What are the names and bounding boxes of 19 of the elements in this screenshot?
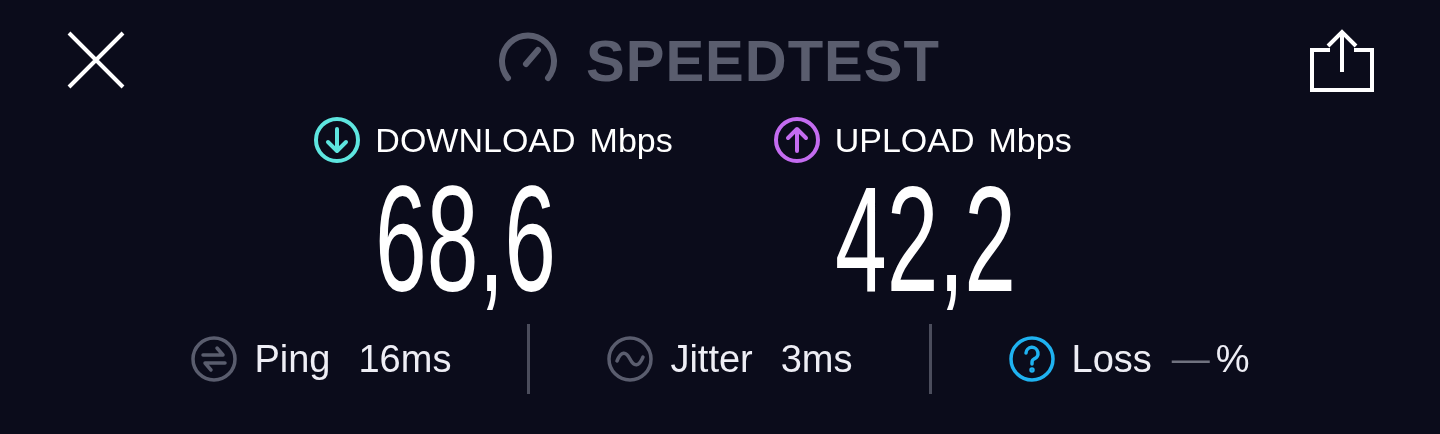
close-icon[interactable]: [66, 30, 126, 90]
unit-label: %: [1215, 337, 1250, 381]
speed-value: 42,2: [834, 164, 1016, 314]
metric-label: Loss: [1071, 337, 1152, 381]
app-title: SPEEDTEST: [586, 26, 940, 94]
unit-label: Mbps: [589, 120, 673, 160]
help-icon[interactable]: [1007, 335, 1056, 383]
wave-icon: [606, 335, 655, 383]
result-label: UPLOAD: [834, 120, 975, 160]
metric-value: 16ms: [358, 337, 452, 381]
metric-value: —: [1171, 337, 1210, 381]
metric-label: Jitter: [670, 337, 753, 381]
result-label: DOWNLOAD: [375, 120, 576, 160]
ping-icon: [190, 335, 239, 383]
metric-label: Ping: [254, 337, 331, 381]
share-icon[interactable]: [1310, 28, 1374, 92]
metric-value: 3ms: [780, 337, 853, 381]
speed-value: 68,6: [375, 164, 557, 314]
unit-label: Mbps: [988, 120, 1072, 160]
